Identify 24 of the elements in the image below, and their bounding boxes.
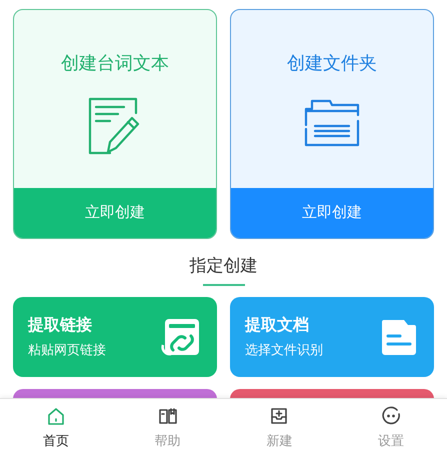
create-now-button[interactable]: 立即创建 [231,188,433,238]
card-title: 创建文件夹 [287,52,377,75]
home-icon [46,406,66,426]
feature-subtitle: 选择文件识别 [245,340,323,359]
feature-subtitle: 粘贴网页链接 [28,340,106,359]
create-card[interactable]: 创建文件夹 立即创建 [230,9,434,239]
document-icon [380,318,418,356]
create-card[interactable]: 创建台词文本 立即创建 [13,9,217,239]
card-title: 创建台词文本 [61,52,169,75]
smiley-icon [381,406,402,426]
section-title: 指定创建 [190,255,258,277]
book-icon [158,406,178,426]
tab-item[interactable]: 首页 [0,399,112,458]
folder-icon [303,97,361,149]
feature-card[interactable]: 提取链接 粘贴网页链接 [13,296,217,376]
feature-card[interactable]: 提取文档 选择文件识别 [230,296,434,376]
inbox-plus-icon [269,406,290,426]
feature-title: 提取链接 [28,315,93,336]
tab-item[interactable]: 设置 [335,399,447,458]
feature-title: 提取文档 [245,315,310,336]
tab-item[interactable]: 帮助 [112,399,224,458]
link-window-icon [161,316,201,356]
create-now-button[interactable]: 立即创建 [14,188,216,238]
tab-item[interactable]: 新建 [224,399,336,458]
